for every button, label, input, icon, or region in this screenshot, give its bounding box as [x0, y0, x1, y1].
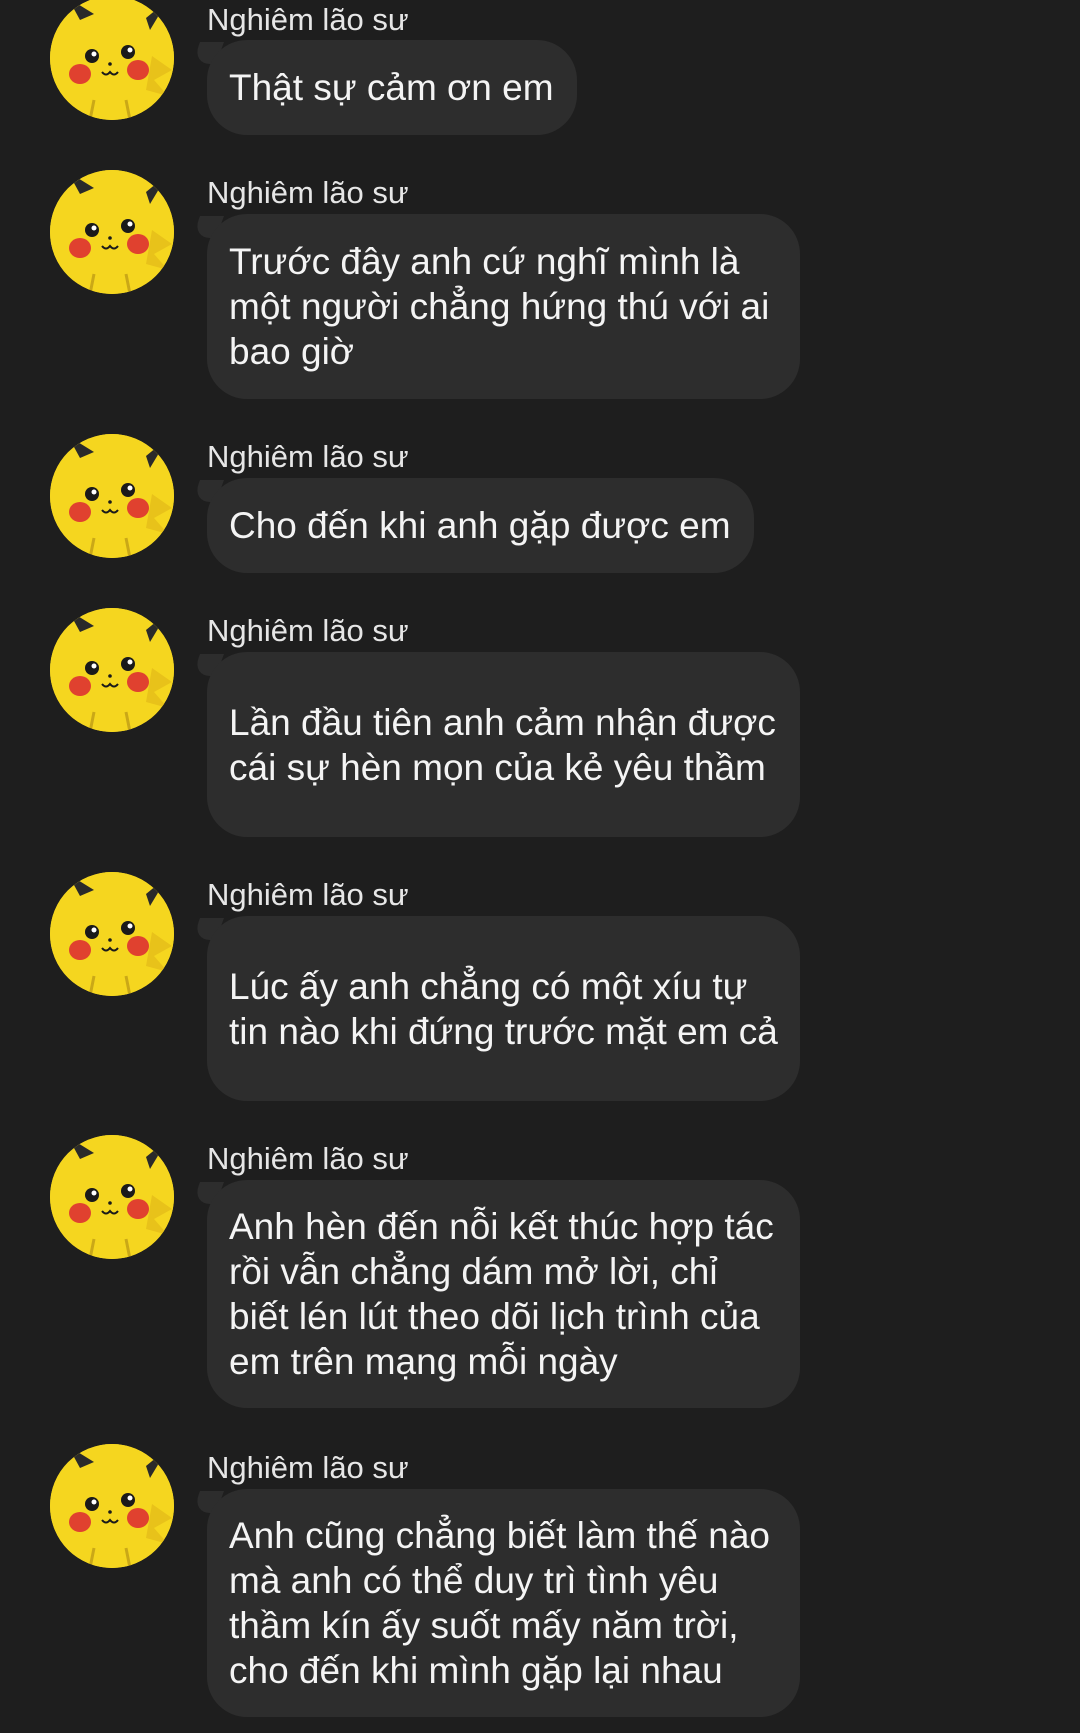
- sender-name: Nghiêm lão sư: [207, 877, 409, 912]
- sender-name: Nghiêm lão sư: [207, 613, 409, 648]
- pikachu-avatar-icon[interactable]: [50, 872, 174, 996]
- sender-name: Nghiêm lão sư: [207, 1141, 409, 1176]
- message-text: Lúc ấy anh chẳng có một xíu tự tin nào k…: [229, 965, 778, 1052]
- message-text: Anh cũng chẳng biết làm thế nào mà anh c…: [229, 1515, 770, 1691]
- message-text: Lần đầu tiên anh cảm nhận được cái sự hè…: [229, 701, 776, 788]
- pikachu-avatar-icon[interactable]: [50, 1135, 174, 1259]
- message-text: Anh hèn đến nỗi kết thúc hợp tác rồi vẫn…: [229, 1206, 774, 1382]
- message-bubble[interactable]: Lúc ấy anh chẳng có một xíu tự tin nào k…: [207, 916, 800, 1101]
- pikachu-avatar-icon[interactable]: [50, 1444, 174, 1568]
- message-text: Cho đến khi anh gặp được em: [229, 505, 731, 546]
- sender-name: Nghiêm lão sư: [207, 439, 409, 474]
- chat-thread: Nghiêm lão sư Thật sự cảm ơn em Nghiêm l…: [0, 0, 1080, 1733]
- message-bubble[interactable]: Anh cũng chẳng biết làm thế nào mà anh c…: [207, 1489, 800, 1717]
- sender-name: Nghiêm lão sư: [207, 175, 409, 210]
- message-bubble[interactable]: Cho đến khi anh gặp được em: [207, 478, 754, 573]
- message-text: Trước đây anh cứ nghĩ mình là một người …: [229, 241, 770, 372]
- message-bubble[interactable]: Thật sự cảm ơn em: [207, 40, 577, 135]
- message-bubble[interactable]: Lần đầu tiên anh cảm nhận được cái sự hè…: [207, 652, 800, 837]
- message-bubble[interactable]: Anh hèn đến nỗi kết thúc hợp tác rồi vẫn…: [207, 1180, 800, 1408]
- message-text: Thật sự cảm ơn em: [229, 67, 554, 108]
- pikachu-avatar-icon[interactable]: [50, 608, 174, 732]
- message-bubble[interactable]: Trước đây anh cứ nghĩ mình là một người …: [207, 214, 800, 399]
- sender-name: Nghiêm lão sư: [207, 2, 409, 37]
- pikachu-avatar-icon[interactable]: [50, 170, 174, 294]
- pikachu-avatar-icon[interactable]: [50, 434, 174, 558]
- sender-name: Nghiêm lão sư: [207, 1450, 409, 1485]
- pikachu-avatar-icon[interactable]: [50, 0, 174, 120]
